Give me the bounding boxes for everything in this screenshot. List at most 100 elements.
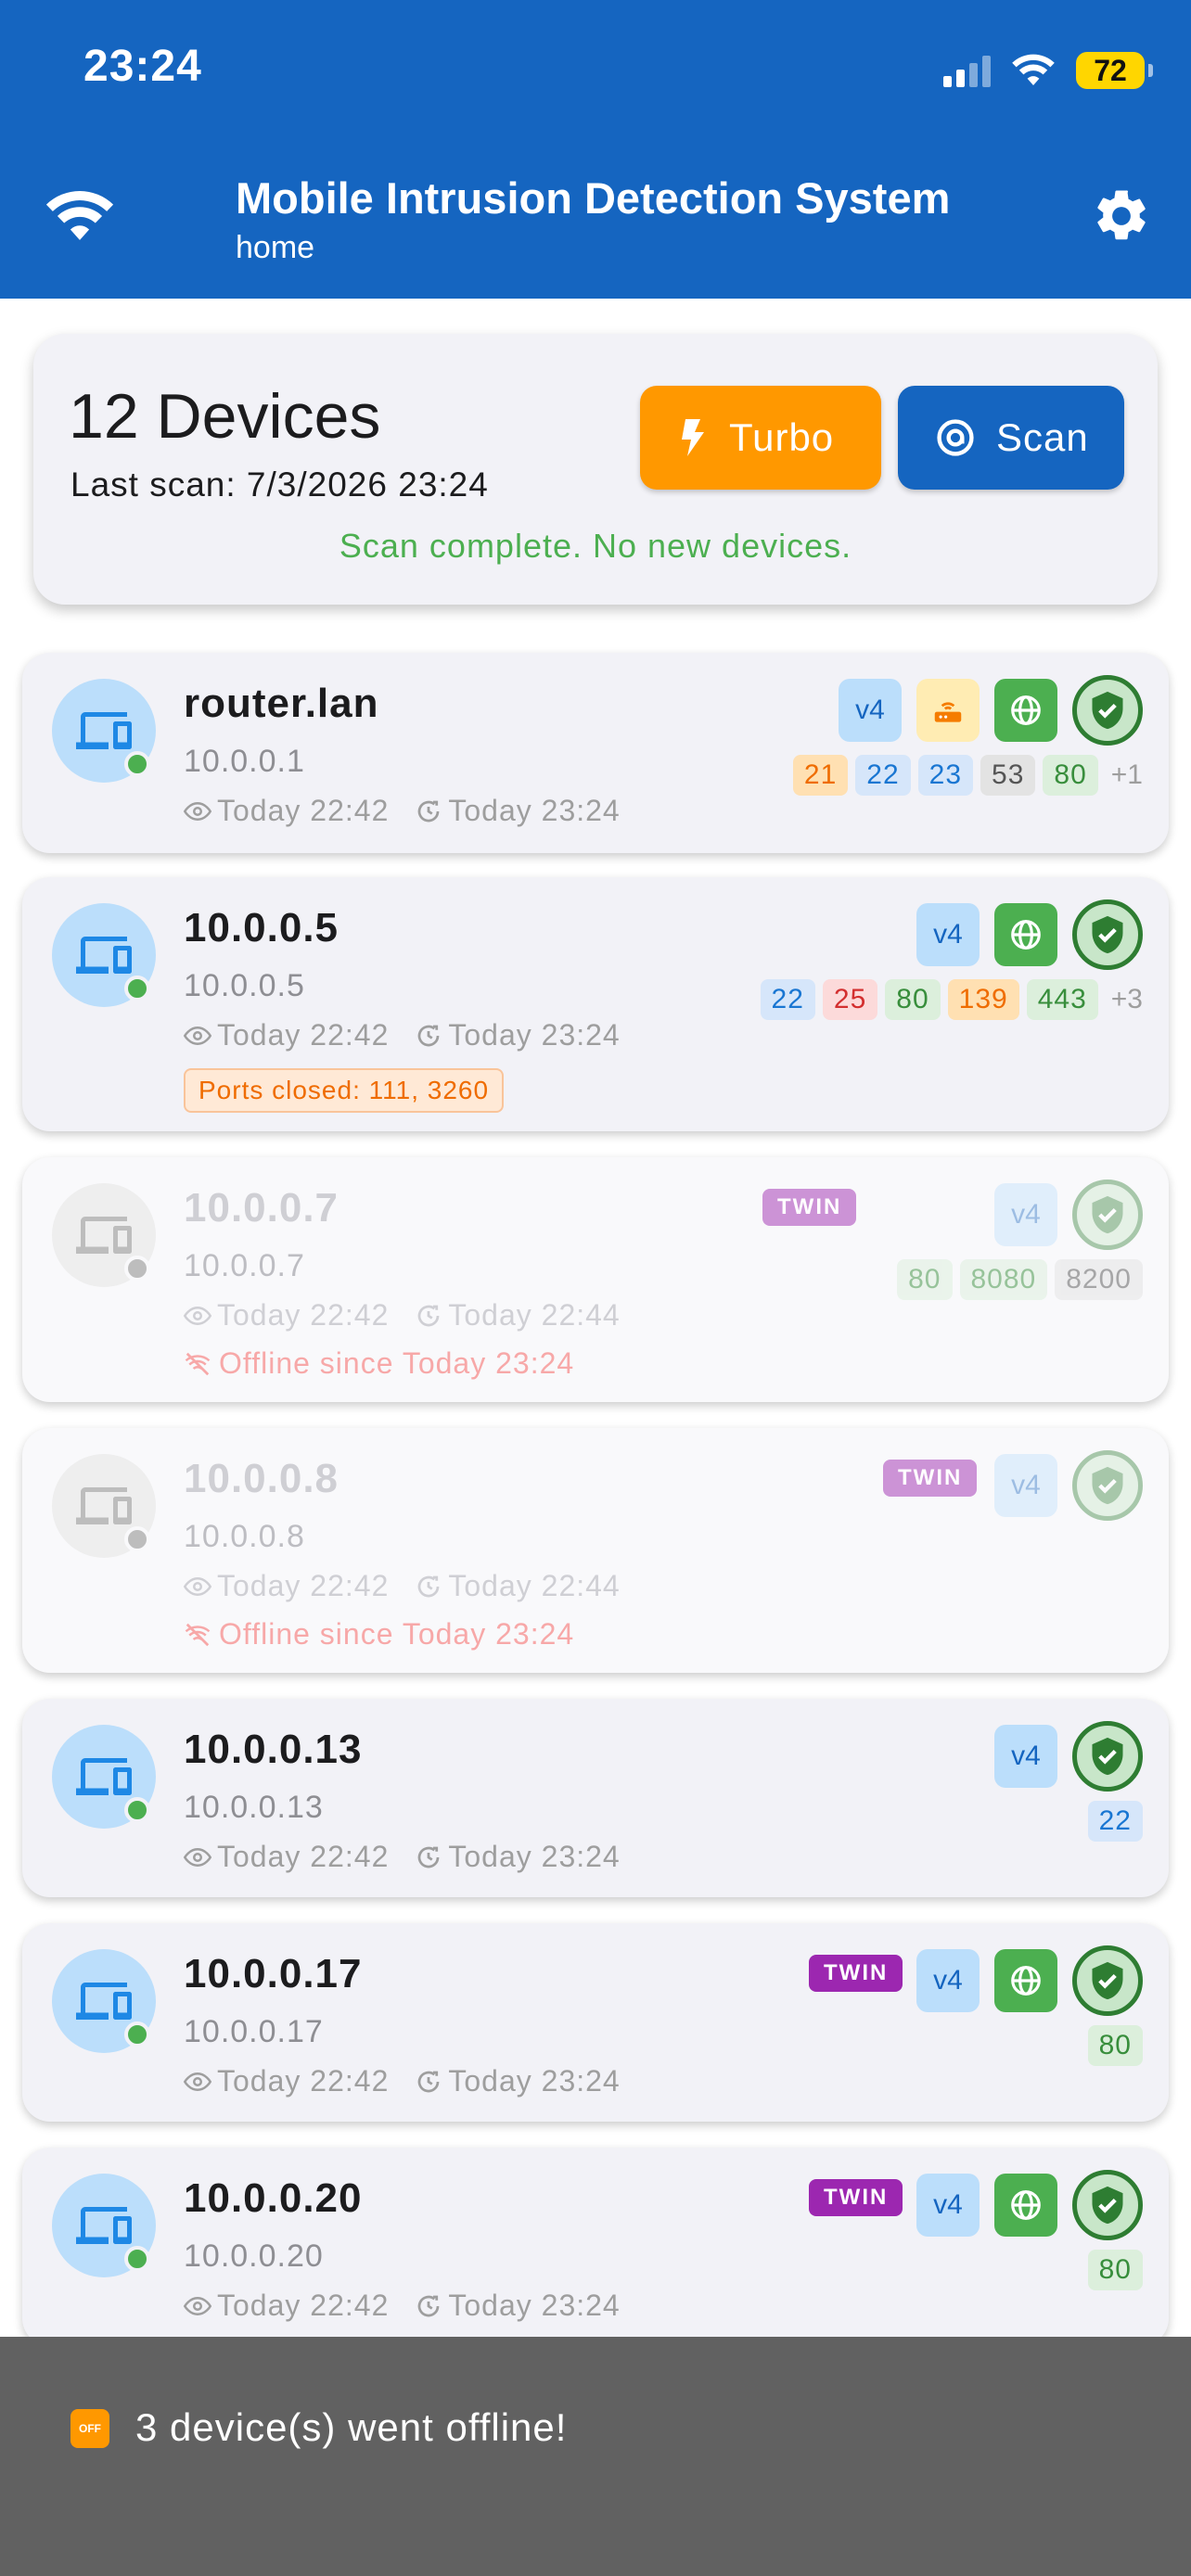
twin-badge: TWIN: [809, 2179, 903, 2216]
last-scan-time: Last scan: 7/3/2026 23:24: [70, 465, 489, 504]
device-count: 12 Devices: [69, 381, 381, 452]
offline-since-text: Offline since Today 23:24: [219, 1346, 575, 1380]
globe-icon: [1008, 917, 1044, 952]
network-name: home: [236, 230, 315, 265]
port-chip: 22: [1087, 1801, 1143, 1842]
last-seen: Today 23:24: [448, 2064, 621, 2098]
device-card[interactable]: 10.0.0.17 10.0.0.17 Today 22:42 Today 23…: [22, 1923, 1169, 2122]
ipv4-badge: v4: [839, 679, 902, 742]
eye-icon: [184, 797, 211, 825]
cellular-signal-icon: [943, 54, 991, 87]
off-icon: OFF: [70, 2409, 109, 2448]
internet-badge: [994, 679, 1057, 742]
ipv4-badge: v4: [916, 903, 980, 966]
device-ip: 10.0.0.8: [184, 1519, 305, 1554]
online-status-dot: [124, 2246, 150, 2272]
offline-status-dot: [124, 1526, 150, 1552]
online-status-dot: [124, 976, 150, 1001]
device-name: 10.0.0.7: [184, 1185, 339, 1231]
trusted-badge[interactable]: [1072, 1721, 1143, 1792]
device-times: Today 22:42 Today 23:24: [184, 1018, 647, 1052]
device-ip: 10.0.0.20: [184, 2238, 324, 2274]
port-chip: 8080: [959, 1259, 1048, 1300]
router-badge: [916, 679, 980, 742]
shield-check-icon: [1087, 690, 1128, 731]
scan-status-message: Scan complete. No new devices.: [339, 527, 852, 565]
device-card[interactable]: 10.0.0.5 10.0.0.5 Today 22:42 Today 23:2…: [22, 877, 1169, 1131]
port-chip: 22: [855, 755, 911, 796]
first-seen: Today 22:42: [217, 1018, 390, 1052]
device-badges: v4: [994, 1180, 1143, 1250]
device-ip: 10.0.0.1: [184, 744, 305, 779]
eye-icon: [184, 1302, 211, 1330]
port-chip: 23: [917, 755, 974, 796]
device-card[interactable]: router.lan 10.0.0.1 Today 22:42 Today 23…: [22, 653, 1169, 853]
eye-icon: [184, 1573, 211, 1600]
wifi-icon[interactable]: [45, 185, 115, 245]
device-badges: v4: [916, 1945, 1143, 2016]
trusted-badge[interactable]: [1072, 899, 1143, 970]
device-times: Today 22:42 Today 23:24: [184, 794, 647, 828]
device-times: Today 22:42 Today 22:44: [184, 1298, 647, 1333]
device-times: Today 22:42 Today 23:24: [184, 2064, 647, 2098]
device-name: 10.0.0.20: [184, 2175, 363, 2221]
port-chip: 80: [1043, 755, 1098, 796]
trusted-badge[interactable]: [1072, 675, 1143, 746]
offline-snackbar[interactable]: OFF 3 device(s) went offline!: [0, 2337, 1191, 2576]
open-ports: 80: [1087, 2025, 1143, 2066]
trusted-badge[interactable]: [1072, 2170, 1143, 2240]
turbo-label: Turbo: [729, 415, 835, 459]
twin-badge: TWIN: [809, 1955, 903, 1992]
scan-label: Scan: [996, 415, 1089, 459]
twin-badge: TWIN: [762, 1189, 857, 1226]
trusted-badge[interactable]: [1072, 1945, 1143, 2016]
device-card-offline[interactable]: 10.0.0.7 10.0.0.7 Today 22:42 Today 22:4…: [22, 1157, 1169, 1402]
internet-badge: [994, 2174, 1057, 2237]
device-card-offline[interactable]: 10.0.0.8 10.0.0.8 Today 22:42 Today 22:4…: [22, 1428, 1169, 1673]
device-badges: v4: [994, 1721, 1143, 1792]
devices-icon: [76, 1749, 132, 1804]
trusted-badge[interactable]: [1072, 1180, 1143, 1250]
first-seen: Today 22:42: [217, 794, 390, 827]
radar-icon: [937, 419, 974, 456]
status-icons: 72: [943, 48, 1153, 93]
turbo-button[interactable]: Turbo: [640, 386, 881, 490]
first-seen: Today 22:42: [217, 1840, 390, 1873]
wifi-off-icon: [184, 1350, 211, 1378]
app-title: Mobile Intrusion Detection System: [236, 173, 951, 223]
last-seen: Today 23:24: [448, 2289, 621, 2322]
ipv4-badge: v4: [916, 1949, 980, 2012]
device-name: 10.0.0.13: [184, 1727, 363, 1772]
wifi-status-icon: [1012, 54, 1055, 85]
ipv4-badge: v4: [994, 1725, 1057, 1788]
port-chip: 80: [885, 979, 941, 1020]
scan-button[interactable]: Scan: [898, 386, 1124, 490]
device-badges: v4: [916, 899, 1143, 970]
device-name: 10.0.0.8: [184, 1456, 339, 1501]
device-name: 10.0.0.5: [184, 905, 339, 950]
devices-icon: [76, 1973, 132, 2029]
port-chip: 53: [980, 755, 1036, 796]
device-card[interactable]: 10.0.0.13 10.0.0.13 Today 22:42 Today 23…: [22, 1699, 1169, 1897]
scan-summary-card: 12 Devices Last scan: 7/3/2026 23:24 Tur…: [33, 334, 1158, 605]
device-name: 10.0.0.17: [184, 1951, 363, 1996]
devices-icon: [76, 927, 132, 983]
globe-icon: [1008, 693, 1044, 728]
online-status-dot: [124, 1797, 150, 1823]
last-seen: Today 23:24: [448, 1018, 621, 1052]
app-bar: 23:24 72 Mobile Intrusion Detection Syst…: [0, 0, 1191, 299]
offline-since: Offline since Today 23:24: [184, 1617, 574, 1651]
globe-icon: [1008, 1963, 1044, 1998]
device-times: Today 22:42 Today 22:44: [184, 1569, 647, 1603]
shield-check-icon: [1087, 1960, 1128, 2001]
device-ip: 10.0.0.5: [184, 968, 305, 1003]
settings-gear-icon[interactable]: [1091, 185, 1152, 247]
device-badges: v4: [994, 1450, 1143, 1521]
wifi-off-icon: [184, 1621, 211, 1649]
device-card[interactable]: 10.0.0.20 10.0.0.20 Today 22:42 Today 23…: [22, 2148, 1169, 2346]
device-badges: v4: [916, 2170, 1143, 2240]
port-chip: 25: [822, 979, 878, 1020]
trusted-badge[interactable]: [1072, 1450, 1143, 1521]
twin-badge: TWIN: [883, 1460, 978, 1497]
internet-badge: [994, 903, 1057, 966]
